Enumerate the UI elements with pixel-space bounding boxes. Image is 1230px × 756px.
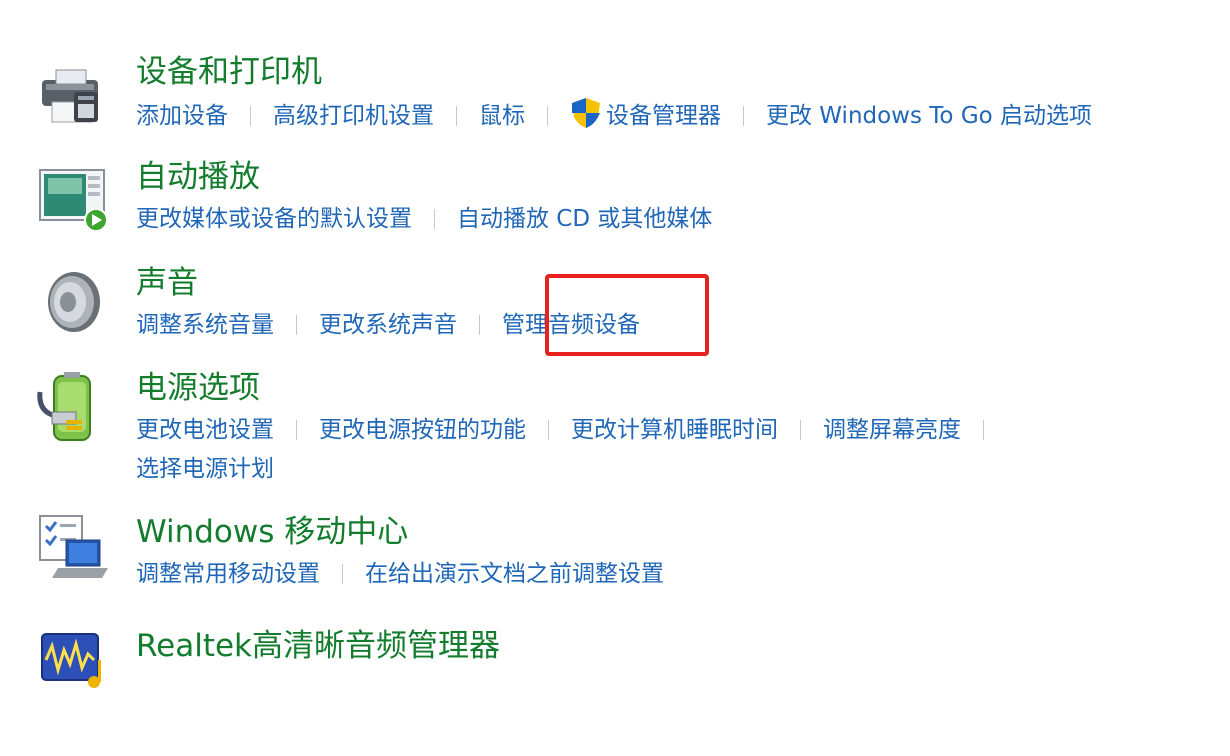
autoplay-cd-link[interactable]: 自动播放 CD 或其他媒体 [457,206,712,232]
link-separator [342,564,343,584]
mouse-link[interactable]: 鼠标 [479,103,525,129]
link-separator [548,420,549,440]
uac-shield-icon [570,97,602,139]
section-title[interactable]: 设备和打印机 [136,52,322,92]
device-manager-link[interactable]: 设备管理器 [606,103,721,129]
screen-brightness-link[interactable]: 调整屏幕亮度 [823,417,961,443]
realtek-audio-icon[interactable] [36,624,108,696]
section-title[interactable]: 自动播放 [136,157,260,197]
printer-icon[interactable] [36,62,108,134]
speaker-icon[interactable] [36,266,108,338]
section-title[interactable]: 电源选项 [136,368,260,408]
section-title[interactable]: Realtek高清晰音频管理器 [136,626,500,666]
link-separator [479,315,480,335]
change-sounds-link[interactable]: 更改系统声音 [319,312,457,338]
link-row-continued: 选择电源计划 [136,452,274,486]
adjust-volume-link[interactable]: 调整系统音量 [136,312,274,338]
link-row: 更改电池设置 更改电源按钮的功能 更改计算机睡眠时间 调整屏幕亮度 [136,413,1006,447]
link-row: 添加设备 高级打印机设置 鼠标 设备管理器 更改 Windows To Go 启动选项 [136,97,1092,139]
section-title[interactable]: 声音 [136,263,198,303]
link-row: 更改媒体或设备的默认设置 自动播放 CD 或其他媒体 [136,202,712,236]
annotation-highlight-box [545,274,709,356]
autoplay-icon[interactable] [36,164,108,236]
adjust-mobility-settings-link[interactable]: 调整常用移动设置 [136,561,320,587]
link-separator [983,420,984,440]
link-separator [250,106,251,126]
advanced-printer-setup-link[interactable]: 高级打印机设置 [273,103,434,129]
sleep-time-link[interactable]: 更改计算机睡眠时间 [571,417,778,443]
link-separator [296,315,297,335]
link-separator [743,106,744,126]
link-separator [800,420,801,440]
control-panel-hardware-and-sound: 设备和打印机 添加设备 高级打印机设置 鼠标 设备管理器 更改 Windows To … [0,0,1230,756]
change-battery-settings-link[interactable]: 更改电池设置 [136,417,274,443]
windows-to-go-link[interactable]: 更改 Windows To Go 启动选项 [766,103,1092,129]
mobility-center-icon[interactable] [36,512,108,584]
add-device-link[interactable]: 添加设备 [136,103,228,129]
battery-power-icon[interactable] [36,372,108,444]
section-title[interactable]: Windows 移动中心 [136,512,408,552]
link-separator [296,420,297,440]
link-separator [547,106,548,126]
link-separator [456,106,457,126]
presentation-settings-link[interactable]: 在给出演示文档之前调整设置 [365,561,664,587]
link-separator [434,209,435,229]
change-media-defaults-link[interactable]: 更改媒体或设备的默认设置 [136,206,412,232]
choose-power-plan-link[interactable]: 选择电源计划 [136,456,274,482]
power-button-function-link[interactable]: 更改电源按钮的功能 [319,417,526,443]
link-row: 调整常用移动设置 在给出演示文档之前调整设置 [136,557,664,591]
